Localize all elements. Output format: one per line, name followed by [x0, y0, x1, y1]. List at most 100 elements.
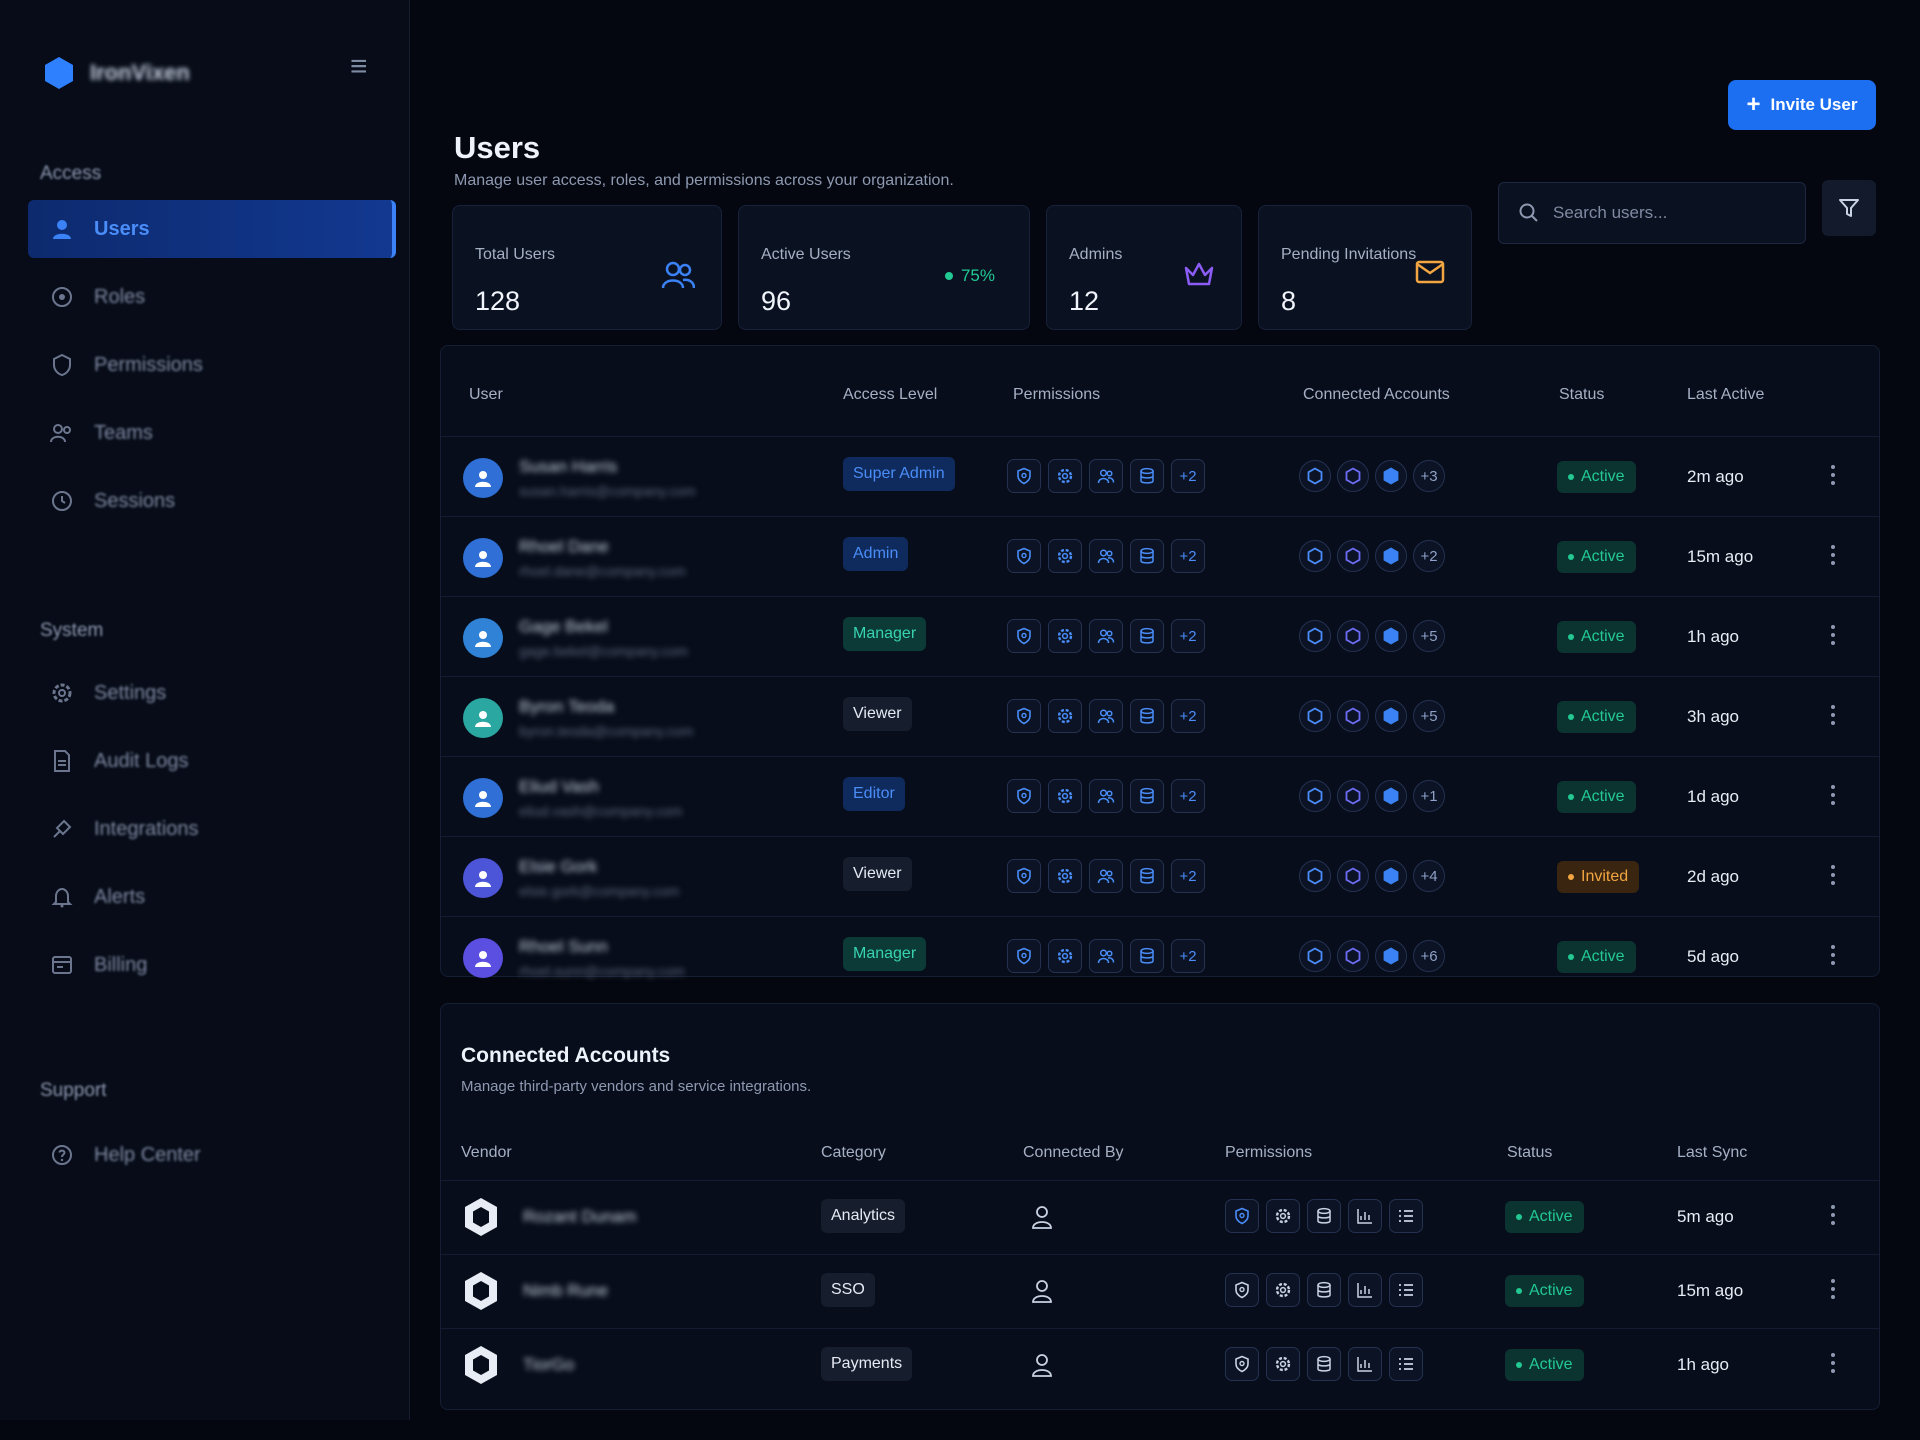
account-icon[interactable]	[1299, 940, 1331, 972]
permission-shield[interactable]	[1225, 1199, 1259, 1233]
row-actions-icon[interactable]	[1823, 785, 1843, 805]
table-row[interactable]: Eliud Vash eliud.vash@company.com Editor +2…	[441, 756, 1879, 836]
table-row[interactable]: Elsie Gork elsie.gork@company.com Viewer +2…	[441, 836, 1879, 916]
permission-database[interactable]	[1130, 939, 1164, 973]
sidebar-item-settings[interactable]: Settings	[28, 664, 396, 722]
account-icon[interactable]	[1375, 940, 1407, 972]
permission-settings[interactable]	[1048, 619, 1082, 653]
row-actions-icon[interactable]	[1823, 705, 1843, 725]
row-actions-icon[interactable]	[1823, 1205, 1843, 1225]
permission-team[interactable]	[1089, 619, 1123, 653]
permission-settings[interactable]	[1266, 1273, 1300, 1307]
permission-database[interactable]	[1130, 459, 1164, 493]
row-actions-icon[interactable]	[1823, 625, 1843, 645]
account-icon[interactable]	[1375, 540, 1407, 572]
more-permissions-badge[interactable]: +2	[1171, 459, 1205, 493]
account-icon[interactable]	[1337, 700, 1369, 732]
menu-toggle-icon[interactable]: ≡	[350, 50, 368, 84]
permission-team[interactable]	[1089, 539, 1123, 573]
more-accounts-badge[interactable]: +6	[1413, 940, 1445, 972]
account-icon[interactable]	[1375, 620, 1407, 652]
permission-list[interactable]	[1389, 1199, 1423, 1233]
account-icon[interactable]	[1299, 860, 1331, 892]
filter-button[interactable]	[1822, 180, 1876, 236]
permission-shield[interactable]	[1007, 939, 1041, 973]
row-actions-icon[interactable]	[1823, 465, 1843, 485]
row-actions-icon[interactable]	[1823, 545, 1843, 565]
permission-shield[interactable]	[1225, 1347, 1259, 1381]
permission-shield[interactable]	[1007, 459, 1041, 493]
account-icon[interactable]	[1299, 620, 1331, 652]
permission-analytics[interactable]	[1348, 1199, 1382, 1233]
permission-analytics[interactable]	[1348, 1273, 1382, 1307]
permission-database[interactable]	[1130, 779, 1164, 813]
sidebar-item-integrations[interactable]: Integrations	[28, 800, 396, 858]
row-actions-icon[interactable]	[1823, 945, 1843, 965]
permission-shield[interactable]	[1007, 699, 1041, 733]
sidebar-item-audit-logs[interactable]: Audit Logs	[28, 732, 396, 790]
more-accounts-badge[interactable]: +4	[1413, 860, 1445, 892]
account-icon[interactable]	[1337, 540, 1369, 572]
more-permissions-badge[interactable]: +2	[1171, 619, 1205, 653]
permission-list[interactable]	[1389, 1273, 1423, 1307]
account-icon[interactable]	[1375, 860, 1407, 892]
sidebar-item-users[interactable]: Users	[28, 200, 396, 258]
table-row[interactable]: Susan Harris susan.harris@company.com Supe…	[441, 436, 1879, 516]
account-icon[interactable]	[1299, 540, 1331, 572]
sidebar-item-roles[interactable]: Roles	[28, 268, 396, 326]
sidebar-item-billing[interactable]: Billing	[28, 936, 396, 994]
more-accounts-badge[interactable]: +2	[1413, 540, 1445, 572]
permission-shield[interactable]	[1007, 539, 1041, 573]
row-actions-icon[interactable]	[1823, 1279, 1843, 1299]
more-permissions-badge[interactable]: +2	[1171, 539, 1205, 573]
table-row[interactable]: Nimb Rune SSO Active 15m ago	[441, 1254, 1879, 1328]
more-permissions-badge[interactable]: +2	[1171, 699, 1205, 733]
permission-database[interactable]	[1130, 619, 1164, 653]
permission-shield[interactable]	[1007, 779, 1041, 813]
account-icon[interactable]	[1375, 700, 1407, 732]
more-permissions-badge[interactable]: +2	[1171, 859, 1205, 893]
permission-list[interactable]	[1389, 1347, 1423, 1381]
table-row[interactable]: Rhoel Sunn rhoel.sunn@company.com Manager +…	[441, 916, 1879, 996]
sidebar-item-alerts[interactable]: Alerts	[28, 868, 396, 926]
permission-team[interactable]	[1089, 779, 1123, 813]
permission-team[interactable]	[1089, 859, 1123, 893]
account-icon[interactable]	[1337, 620, 1369, 652]
account-icon[interactable]	[1375, 460, 1407, 492]
permission-database[interactable]	[1130, 699, 1164, 733]
permission-team[interactable]	[1089, 459, 1123, 493]
search-field[interactable]	[1498, 182, 1806, 244]
permission-settings[interactable]	[1048, 939, 1082, 973]
account-icon[interactable]	[1299, 780, 1331, 812]
permission-settings[interactable]	[1048, 779, 1082, 813]
permission-settings[interactable]	[1048, 859, 1082, 893]
row-actions-icon[interactable]	[1823, 1353, 1843, 1373]
account-icon[interactable]	[1337, 940, 1369, 972]
sidebar-item-help-center[interactable]: Help Center	[28, 1126, 396, 1184]
permission-settings[interactable]	[1048, 459, 1082, 493]
table-row[interactable]: Gage Bekel gage.bekel@company.com Manager +…	[441, 596, 1879, 676]
sidebar-item-sessions[interactable]: Sessions	[28, 472, 396, 530]
permission-analytics[interactable]	[1348, 1347, 1382, 1381]
permission-settings[interactable]	[1266, 1347, 1300, 1381]
search-input[interactable]	[1553, 203, 1773, 223]
permission-database[interactable]	[1130, 539, 1164, 573]
permission-settings[interactable]	[1048, 539, 1082, 573]
account-icon[interactable]	[1375, 780, 1407, 812]
more-permissions-badge[interactable]: +2	[1171, 939, 1205, 973]
permission-team[interactable]	[1089, 699, 1123, 733]
invite-user-button[interactable]: + Invite User	[1728, 80, 1876, 130]
table-row[interactable]: Byron Teoda byron.teoda@company.com Viewer…	[441, 676, 1879, 756]
more-accounts-badge[interactable]: +5	[1413, 620, 1445, 652]
brand[interactable]: IronVixen	[44, 56, 190, 90]
account-icon[interactable]	[1337, 780, 1369, 812]
permission-database[interactable]	[1130, 859, 1164, 893]
table-row[interactable]: Rhoel Dane rhoel.dane@company.com Admin +2 +…	[441, 516, 1879, 596]
permission-settings[interactable]	[1266, 1199, 1300, 1233]
permission-shield[interactable]	[1225, 1273, 1259, 1307]
account-icon[interactable]	[1337, 460, 1369, 492]
account-icon[interactable]	[1337, 860, 1369, 892]
sidebar-item-teams[interactable]: Teams	[28, 404, 396, 462]
more-accounts-badge[interactable]: +3	[1413, 460, 1445, 492]
account-icon[interactable]	[1299, 460, 1331, 492]
